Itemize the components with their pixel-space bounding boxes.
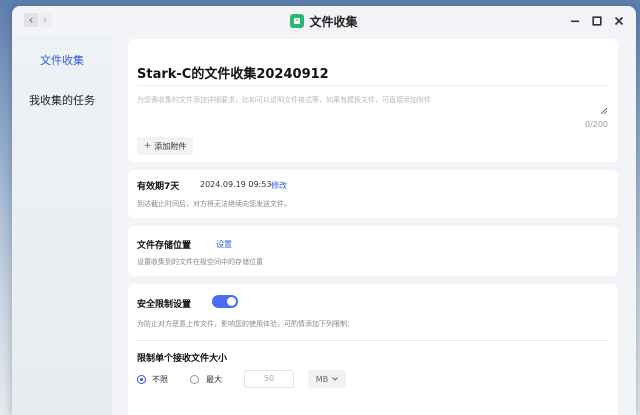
unit-select[interactable]: MB bbox=[308, 370, 346, 388]
radio-max-label: 最大 bbox=[206, 375, 222, 384]
validity-label: 有效期7天 bbox=[137, 182, 180, 192]
app-logo-icon bbox=[290, 14, 305, 28]
add-attachment-button[interactable]: + 添加附件 bbox=[137, 137, 193, 155]
window-title: 文件收集 bbox=[309, 14, 358, 29]
app-window: ‹ › 文件收集 文件收集 我收集的任务 Stark-C的文件收集2024091… bbox=[12, 6, 636, 415]
plus-icon: + bbox=[143, 141, 152, 151]
radio-unlimited[interactable] bbox=[137, 375, 146, 384]
maximize-icon[interactable] bbox=[590, 14, 604, 28]
validity-card: 有效期7天 2024.09.19 09:53 修改 到达截止时间后，对方将无法继… bbox=[128, 170, 618, 218]
sidebar: 文件收集 我收集的任务 bbox=[12, 36, 112, 415]
chevron-down-icon bbox=[332, 377, 339, 381]
resize-handle-icon[interactable] bbox=[601, 108, 607, 114]
add-attachment-label: 添加附件 bbox=[154, 141, 187, 151]
back-button[interactable]: ‹ bbox=[24, 13, 38, 27]
unit-value: MB bbox=[315, 374, 329, 384]
security-label: 安全限制设置 bbox=[137, 300, 192, 310]
validity-note: 到达截止时间后，对方将无法继续向您发送文件。 bbox=[137, 200, 291, 208]
storage-note: 设置收集到的文件在极空间中的存储位置 bbox=[137, 258, 263, 266]
storage-card: 文件存储位置 设置 设置收集到的文件在极空间中的存储位置 bbox=[128, 226, 618, 276]
collection-info-card: Stark-C的文件收集20240912 为您需收集的文件添加详细要求，比如可以… bbox=[128, 39, 618, 162]
description-textarea[interactable]: 为您需收集的文件添加详细要求，比如可以说明文件格式等，如果有模板文件，可直接添加… bbox=[137, 95, 431, 105]
divider bbox=[137, 85, 608, 86]
minimize-icon[interactable] bbox=[568, 14, 582, 28]
edit-validity-link[interactable]: 修改 bbox=[271, 180, 287, 191]
radio-max[interactable] bbox=[190, 375, 199, 384]
nav-buttons: ‹ › bbox=[24, 13, 52, 27]
title-bar: ‹ › 文件收集 bbox=[12, 6, 636, 36]
char-counter: 0/200 bbox=[584, 120, 608, 129]
security-card: 安全限制设置 为防止对方恶意上传文件，影响您的使用体验，可酌情添加下列限制： 限… bbox=[128, 284, 618, 415]
chevron-left-icon: ‹ bbox=[28, 13, 34, 27]
set-storage-link[interactable]: 设置 bbox=[216, 239, 232, 250]
close-icon[interactable] bbox=[612, 14, 626, 28]
forward-button[interactable]: › bbox=[38, 13, 52, 27]
chevron-right-icon: › bbox=[42, 13, 48, 27]
size-limit-label: 限制单个接收文件大小 bbox=[137, 354, 228, 364]
radio-unlimited-label: 不限 bbox=[152, 375, 168, 384]
deadline-date: 2024.09.19 09:53 bbox=[200, 180, 272, 189]
max-size-input[interactable]: 50 bbox=[244, 370, 294, 388]
security-toggle[interactable] bbox=[212, 295, 238, 308]
storage-label: 文件存储位置 bbox=[137, 241, 192, 251]
window-controls bbox=[568, 14, 626, 28]
security-note: 为防止对方恶意上传文件，影响您的使用体验，可酌情添加下列限制： bbox=[137, 320, 354, 328]
sidebar-item-my-tasks[interactable]: 我收集的任务 bbox=[12, 92, 112, 108]
sidebar-item-file-collect[interactable]: 文件收集 bbox=[12, 52, 112, 68]
window-title-group: 文件收集 bbox=[290, 13, 358, 30]
divider bbox=[137, 340, 608, 341]
collection-title-input[interactable]: Stark-C的文件收集20240912 bbox=[137, 63, 329, 82]
main-content: Stark-C的文件收集20240912 为您需收集的文件添加详细要求，比如可以… bbox=[112, 36, 636, 415]
